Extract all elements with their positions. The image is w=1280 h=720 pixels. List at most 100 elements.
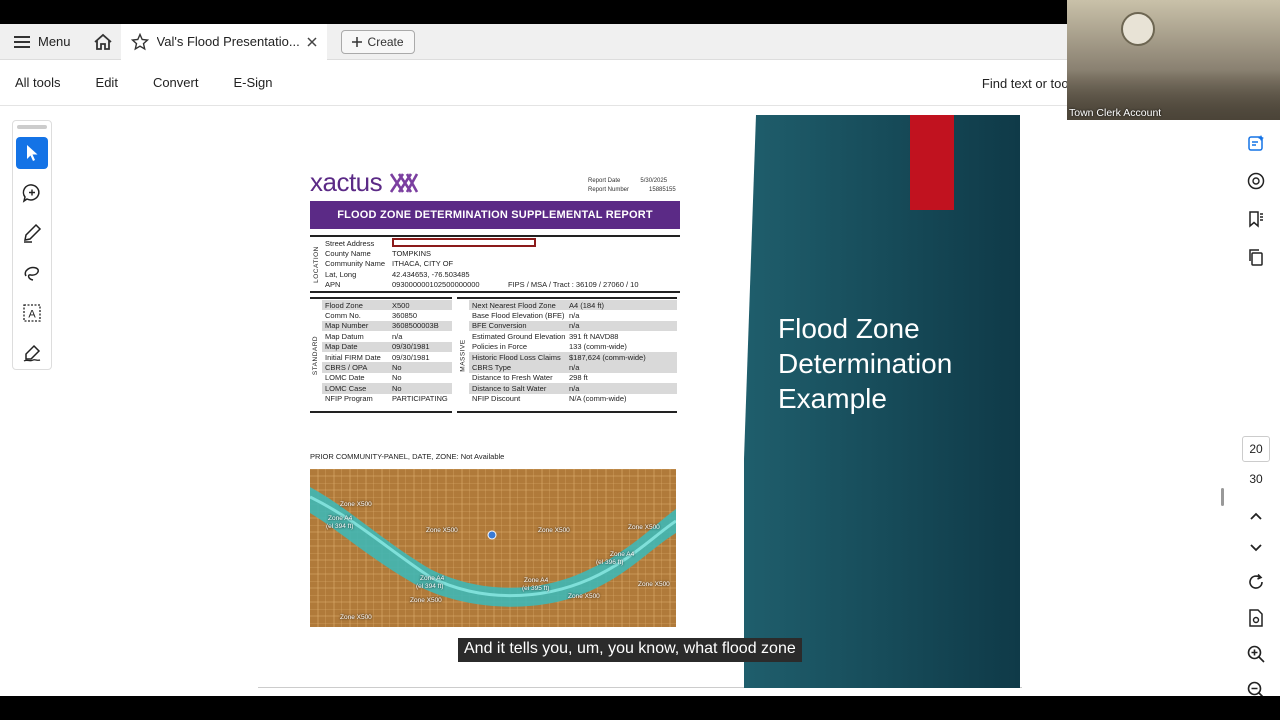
report-field-row: Comm No. 360850	[322, 310, 452, 320]
report-banner: FLOOD ZONE DETERMINATION SUPPLEMENTAL RE…	[310, 201, 680, 229]
slide-edge-decoration	[744, 115, 756, 688]
vertical-scrollbar[interactable]	[1221, 488, 1224, 506]
standard-rows: Flood Zone X500 Comm No. 360850 Map Number 36…	[322, 300, 452, 404]
signature-pen-icon	[23, 344, 41, 362]
map-label: Zone A4	[420, 575, 445, 582]
report-field-row: Distance to Salt Water n/a	[469, 383, 677, 394]
bookmarks-button[interactable]	[1236, 200, 1276, 238]
star-icon[interactable]	[130, 32, 149, 51]
convert-button[interactable]: Convert	[153, 75, 199, 90]
map-label: Zone X500	[638, 581, 670, 588]
document-tab[interactable]: Val's Flood Presentatio...	[120, 23, 327, 60]
map-label: Zone X500	[568, 593, 600, 600]
page-number-input[interactable]: 20	[1242, 436, 1270, 462]
report-field-row: Initial FIRM Date 09/30/1981	[322, 352, 452, 362]
report-field-row: Base Flood Elevation (BFE) n/a	[469, 310, 677, 320]
sign-tool-button[interactable]	[16, 337, 48, 369]
map-label: Zone X500	[340, 501, 372, 508]
select-tool-button[interactable]	[16, 137, 48, 169]
presentation-slide: Flood Zone Determination Example	[744, 115, 1020, 688]
field-key: Estimated Ground Elevation	[472, 331, 566, 341]
field-value: n/a	[569, 311, 580, 321]
field-key: Lat, Long	[325, 269, 357, 279]
map-label: Zone A4	[610, 551, 635, 558]
video-thumbnail[interactable]: Town Clerk Account	[1067, 0, 1280, 120]
report-field-row: Estimated Ground Elevation 391 ft NAVD88	[469, 331, 677, 341]
field-key: CBRS Type	[472, 363, 512, 373]
field-value: 42.434653, -76.503485	[392, 269, 470, 279]
field-value: 391 ft NAVD88	[569, 331, 619, 341]
location-row: Community Name ITHACA, CITY OF	[322, 259, 680, 269]
field-value: No	[392, 363, 402, 373]
field-value: TOMPKINS	[392, 249, 432, 259]
flood-report-image: xactus Report Date 5/30/2025 Report Numbe…	[310, 167, 682, 627]
rotate-button[interactable]	[1236, 564, 1276, 600]
field-key: APN	[325, 280, 341, 290]
create-button[interactable]: Create	[340, 29, 415, 54]
field-value: 360850	[392, 311, 418, 321]
field-key: BFE Conversion	[472, 321, 527, 331]
map-label: Zone X500	[628, 524, 660, 531]
edit-button[interactable]: Edit	[96, 75, 118, 90]
freehand-loop-icon	[24, 266, 39, 281]
field-key: Historic Flood Loss Claims	[472, 352, 561, 362]
zoom-in-button[interactable]	[1236, 636, 1276, 672]
report-field-row: Distance to Fresh Water 298 ft	[469, 373, 677, 383]
text-recognition-button[interactable]: A	[16, 297, 48, 329]
report-field-row: CBRS Type n/a	[469, 362, 677, 373]
draw-tool-button[interactable]	[16, 257, 48, 289]
copy-pages-icon	[1249, 249, 1263, 266]
comment-tool-button[interactable]	[16, 177, 48, 209]
document-tab-title: Val's Flood Presentatio...	[156, 34, 299, 49]
find-label: Find text or tools	[981, 75, 1078, 91]
report-field-row: CBRS / OPA No	[322, 362, 452, 373]
field-value: n/a	[569, 383, 580, 393]
comments-panel-button[interactable]	[1236, 162, 1276, 200]
comment-at-icon	[1247, 172, 1265, 190]
highlight-tool-button[interactable]	[16, 217, 48, 249]
redacted-address-box	[392, 237, 536, 247]
field-key: CBRS / OPA	[325, 363, 368, 373]
standard-section: STANDARD Flood Zone X500 Comm No. 360850 Map…	[310, 297, 452, 413]
field-key: Community Name	[325, 259, 386, 269]
report-field-row: Map Date 09/30/1981	[322, 341, 452, 352]
create-label: Create	[367, 34, 404, 49]
text-box-icon: A	[23, 304, 41, 322]
flood-zone-map: Zone X500 Zone A4 (el 394 ft) Zone X500 …	[310, 469, 676, 627]
menu-button[interactable]: Menu	[0, 24, 85, 60]
close-icon[interactable]	[307, 36, 317, 47]
esign-button[interactable]: E-Sign	[233, 75, 272, 90]
field-value: $187,624 (comm-wide)	[569, 352, 646, 362]
report-field-row: Map Number 3608500003B	[322, 320, 452, 332]
page-setup-button[interactable]	[1236, 600, 1276, 636]
field-value: A4 (184 ft)	[569, 300, 605, 310]
page-thumbnails-button[interactable]	[1236, 238, 1276, 276]
field-key: Map Datum	[325, 331, 364, 341]
previous-page-button[interactable]	[1236, 500, 1276, 532]
ai-assistant-button[interactable]	[1236, 124, 1276, 162]
refresh-icon	[1249, 573, 1263, 589]
slide-title: Flood Zone Determination Example	[778, 313, 953, 414]
home-button[interactable]	[85, 24, 121, 60]
field-value: 093000000102500000000	[392, 280, 480, 290]
rail-drag-handle[interactable]	[17, 125, 47, 129]
field-key: Distance to Fresh Water	[472, 373, 553, 383]
chevron-up-icon	[1250, 512, 1262, 520]
massive-label-text: MASSIVE	[459, 338, 467, 372]
report-field-row: NFIP Program PARTICIPATING	[322, 394, 452, 404]
all-tools-button[interactable]: All tools	[15, 75, 61, 90]
field-value: 09/30/1981	[392, 342, 430, 352]
comment-plus-icon	[22, 184, 40, 203]
next-page-button[interactable]	[1236, 532, 1276, 564]
field-value: X500	[392, 300, 410, 310]
field-value: 09/30/1981	[392, 352, 430, 362]
document-viewer[interactable]: xactus Report Date 5/30/2025 Report Numbe…	[60, 107, 1232, 696]
map-label: Zone X500	[340, 614, 372, 621]
rail-spacer	[1236, 276, 1276, 436]
xactus-logo-mark-icon	[389, 173, 419, 193]
slide-red-accent	[910, 115, 954, 210]
document-gear-icon	[1249, 609, 1263, 627]
street-address-value	[392, 237, 680, 249]
field-key: Initial FIRM Date	[325, 352, 381, 362]
map-label: (el 396 ft)	[596, 559, 624, 566]
